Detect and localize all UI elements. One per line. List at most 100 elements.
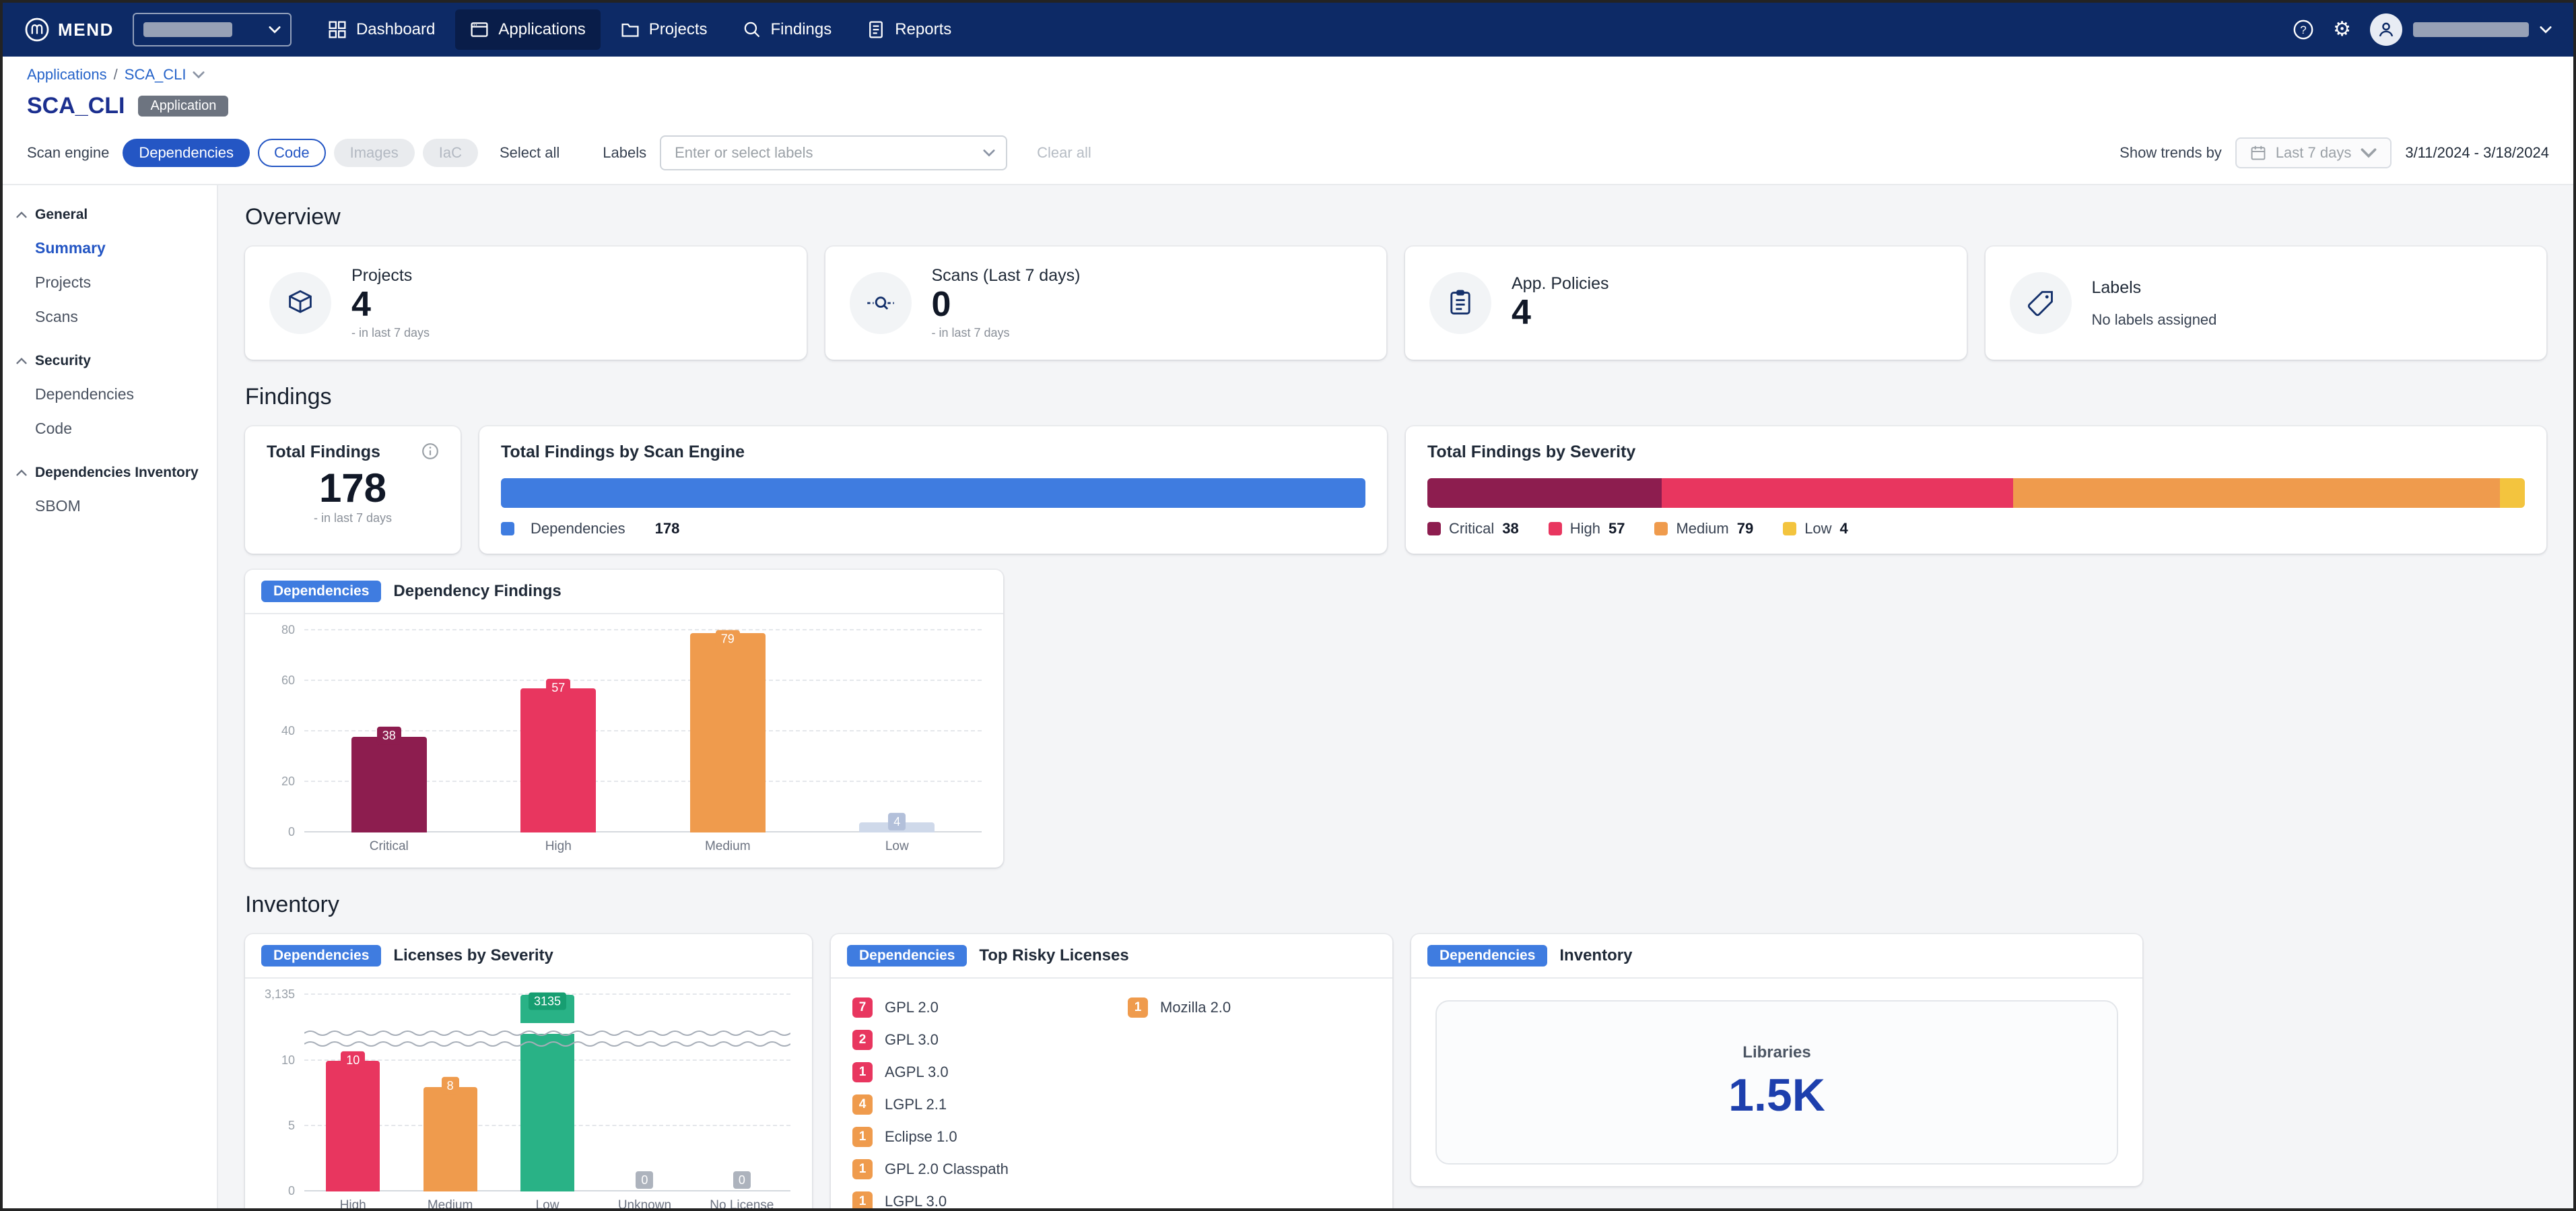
select-all-link[interactable]: Select all — [500, 144, 560, 162]
info-icon[interactable] — [421, 443, 439, 460]
bar-value-label: 38 — [377, 727, 401, 745]
bar-critical[interactable] — [351, 737, 427, 833]
y-axis-label: 3,135 — [265, 987, 295, 1002]
sidebar-section-header-general[interactable]: General — [3, 199, 217, 231]
total-findings-title: Total Findings — [267, 443, 380, 462]
license-count-badge: 4 — [852, 1094, 873, 1115]
user-menu[interactable] — [2370, 13, 2552, 46]
engine-pill-code[interactable]: Code — [258, 139, 326, 167]
overview-card-value: 0 — [932, 286, 1081, 324]
bar-medium[interactable] — [423, 1087, 477, 1191]
license-count-badge: 7 — [852, 997, 873, 1018]
chevron-down-icon — [2361, 145, 2377, 161]
dependency-findings-title: Dependency Findings — [393, 582, 561, 601]
y-axis-label: 5 — [288, 1119, 295, 1133]
sidebar-item-sbom[interactable]: SBOM — [3, 489, 217, 523]
severity-segment-high — [1662, 478, 2013, 508]
bar-slot: 38 — [304, 630, 474, 832]
license-item-gpl-3-0[interactable]: 2GPL 3.0 — [852, 1030, 1095, 1050]
dependency-findings-card: Dependencies Dependency Findings 0204060… — [245, 570, 1003, 868]
sidebar-section-header-dependencies-inventory[interactable]: Dependencies Inventory — [3, 457, 217, 489]
top-risky-licenses-card: Dependencies Top Risky Licenses 7GPL 2.0… — [831, 934, 1392, 1208]
license-item-eclipse-1-0[interactable]: 1Eclipse 1.0 — [852, 1127, 1095, 1147]
org-selector-dropdown[interactable] — [133, 13, 292, 46]
chevron-down-icon[interactable] — [983, 149, 995, 157]
sidebar-item-code[interactable]: Code — [3, 412, 217, 446]
legend-value: 4 — [1840, 520, 1848, 537]
topbar-actions: ? ⚙ — [2293, 13, 2552, 46]
findings-by-engine-card: Total Findings by Scan Engine Dependenci… — [479, 426, 1387, 554]
settings-gear-icon[interactable]: ⚙ — [2333, 20, 2351, 40]
inventory-heading: Inventory — [245, 892, 2546, 918]
legend-value: 178 — [655, 520, 680, 537]
nav-item-projects[interactable]: Projects — [606, 9, 722, 50]
engine-pill-images: Images — [334, 139, 415, 167]
breadcrumb-applications-link[interactable]: Applications — [27, 66, 107, 84]
legend-item-critical: Critical38 — [1427, 520, 1519, 537]
top-navigation-bar: MEND Dashboard Applications Projects Findin… — [3, 3, 2573, 57]
trends-range-dropdown[interactable]: Last 7 days — [2235, 137, 2392, 168]
severity-segment-critical — [1427, 478, 1662, 508]
bar-medium[interactable] — [690, 633, 766, 832]
legend-item-low: Low4 — [1783, 520, 1848, 537]
help-icon[interactable]: ? — [2293, 19, 2314, 40]
license-item-gpl-2-0[interactable]: 7GPL 2.0 — [852, 997, 1095, 1018]
sidebar: GeneralSummaryProjectsScansSecurityDepen… — [3, 185, 218, 1208]
sidebar-section-title: General — [35, 207, 88, 223]
license-count-badge: 1 — [1128, 997, 1148, 1018]
nav-item-reports[interactable]: Reports — [852, 9, 966, 50]
redacted-user-name — [2413, 22, 2529, 37]
sidebar-item-scans[interactable]: Scans — [3, 300, 217, 334]
chevron-down-icon[interactable] — [193, 71, 205, 79]
label-icon — [2026, 288, 2056, 318]
license-name: GPL 2.0 Classpath — [885, 1160, 1009, 1178]
findings-by-severity-card: Total Findings by Severity Critical38Hig… — [1406, 426, 2546, 554]
license-count-badge: 1 — [852, 1191, 873, 1208]
license-item-lgpl-2-1[interactable]: 4LGPL 2.1 — [852, 1094, 1095, 1115]
sidebar-item-summary[interactable]: Summary — [3, 231, 217, 265]
legend-swatch — [1654, 522, 1668, 535]
risky-licenses-column-2: 1Mozilla 2.0 — [1128, 997, 1371, 1208]
license-item-lgpl-3-0[interactable]: 1LGPL 3.0 — [852, 1191, 1095, 1208]
legend-swatch — [1783, 522, 1796, 535]
avatar — [2370, 13, 2402, 46]
legend-item-medium: Medium79 — [1654, 520, 1753, 537]
bar-value-label: 4 — [888, 812, 906, 830]
inventory-card: Dependencies Inventory Libraries 1.5K — [1411, 934, 2142, 1186]
bar-high[interactable] — [520, 688, 596, 832]
bar-high[interactable] — [326, 1061, 380, 1191]
by-engine-title: Total Findings by Scan Engine — [501, 443, 1365, 462]
inventory-card-title: Inventory — [1559, 946, 1632, 965]
by-severity-title: Total Findings by Severity — [1427, 443, 2525, 462]
license-item-agpl-3-0[interactable]: 1AGPL 3.0 — [852, 1062, 1095, 1082]
x-axis-label: Critical — [304, 839, 474, 854]
y-axis-label: 0 — [288, 825, 295, 839]
trends-range-value: Last 7 days — [2276, 144, 2352, 162]
bar-slot: 79 — [643, 630, 813, 832]
nav-item-findings[interactable]: Findings — [728, 9, 847, 50]
mend-logo[interactable]: MEND — [24, 17, 114, 42]
sidebar-item-dependencies[interactable]: Dependencies — [3, 377, 217, 412]
labels-label: Labels — [603, 144, 646, 162]
nav-item-dashboard[interactable]: Dashboard — [313, 9, 450, 50]
overview-card-projects: Projects4- in last 7 days — [245, 247, 807, 360]
bar-slot: 4 — [813, 630, 982, 832]
nav-item-label: Dashboard — [356, 20, 435, 39]
sidebar-item-projects[interactable]: Projects — [3, 265, 217, 300]
breadcrumb-current-link[interactable]: SCA_CLI — [125, 66, 187, 84]
nav-item-label: Projects — [649, 20, 708, 39]
engine-pill-iac: IaC — [423, 139, 478, 167]
calendar-icon — [2250, 145, 2266, 161]
overview-cards: Projects4- in last 7 daysScans (Last 7 d… — [245, 247, 2546, 360]
engine-pill-dependencies[interactable]: Dependencies — [123, 139, 250, 167]
license-item-gpl-2-0-classpath[interactable]: 1GPL 2.0 Classpath — [852, 1159, 1095, 1179]
bar-value-label: 0 — [733, 1171, 751, 1189]
engine-pills: Dependencies Code Images IaC — [123, 139, 478, 167]
bar-value-label: 3135 — [529, 992, 566, 1010]
license-item-mozilla-2-0[interactable]: 1Mozilla 2.0 — [1128, 997, 1371, 1018]
x-axis-label: High — [474, 839, 644, 854]
labels-input[interactable] — [660, 135, 1007, 170]
page-header: SCA_CLI Application — [3, 89, 2573, 127]
sidebar-section-header-security[interactable]: Security — [3, 345, 217, 377]
nav-item-applications[interactable]: Applications — [455, 9, 600, 50]
